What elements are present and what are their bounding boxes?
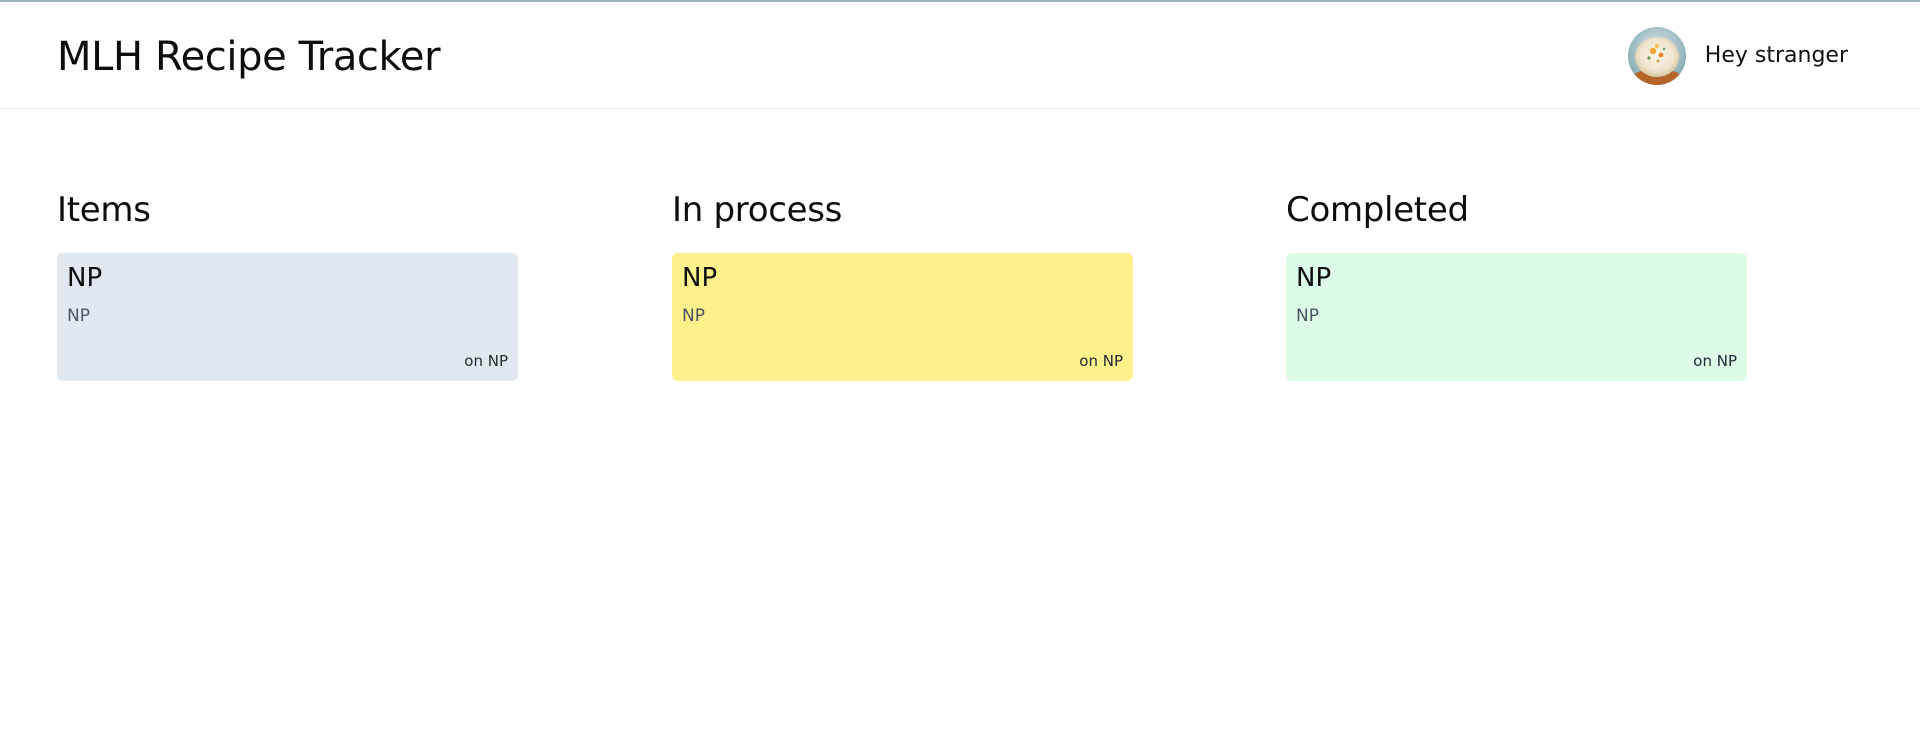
- column-title: In process: [672, 190, 843, 230]
- card-title: NP: [67, 263, 103, 293]
- column-items: Items NP NP on NP: [57, 190, 518, 381]
- card-description: NP: [682, 306, 705, 326]
- card-date: on NP: [1693, 352, 1737, 370]
- card-date: on NP: [464, 352, 508, 370]
- app-title[interactable]: MLH Recipe Tracker: [57, 34, 441, 80]
- recipe-photo-avatar-icon: [1627, 27, 1686, 85]
- card-date: on NP: [1079, 352, 1123, 370]
- user-menu[interactable]: Hey stranger: [1627, 27, 1848, 85]
- column-title: Items: [57, 190, 151, 230]
- column-in-process: In process NP NP on NP: [672, 190, 1133, 381]
- recipe-card[interactable]: NP NP on NP: [672, 253, 1133, 381]
- recipe-card[interactable]: NP NP on NP: [1286, 253, 1747, 381]
- app-header: MLH Recipe Tracker Hey stranger: [0, 2, 1920, 109]
- recipe-card[interactable]: NP NP on NP: [57, 253, 518, 381]
- card-description: NP: [67, 306, 90, 326]
- card-title: NP: [682, 263, 718, 293]
- card-title: NP: [1296, 263, 1332, 293]
- card-description: NP: [1296, 306, 1319, 326]
- column-title: Completed: [1286, 190, 1469, 230]
- avatar[interactable]: [1627, 27, 1686, 85]
- user-greeting: Hey stranger: [1704, 43, 1848, 68]
- column-completed: Completed NP NP on NP: [1286, 190, 1747, 381]
